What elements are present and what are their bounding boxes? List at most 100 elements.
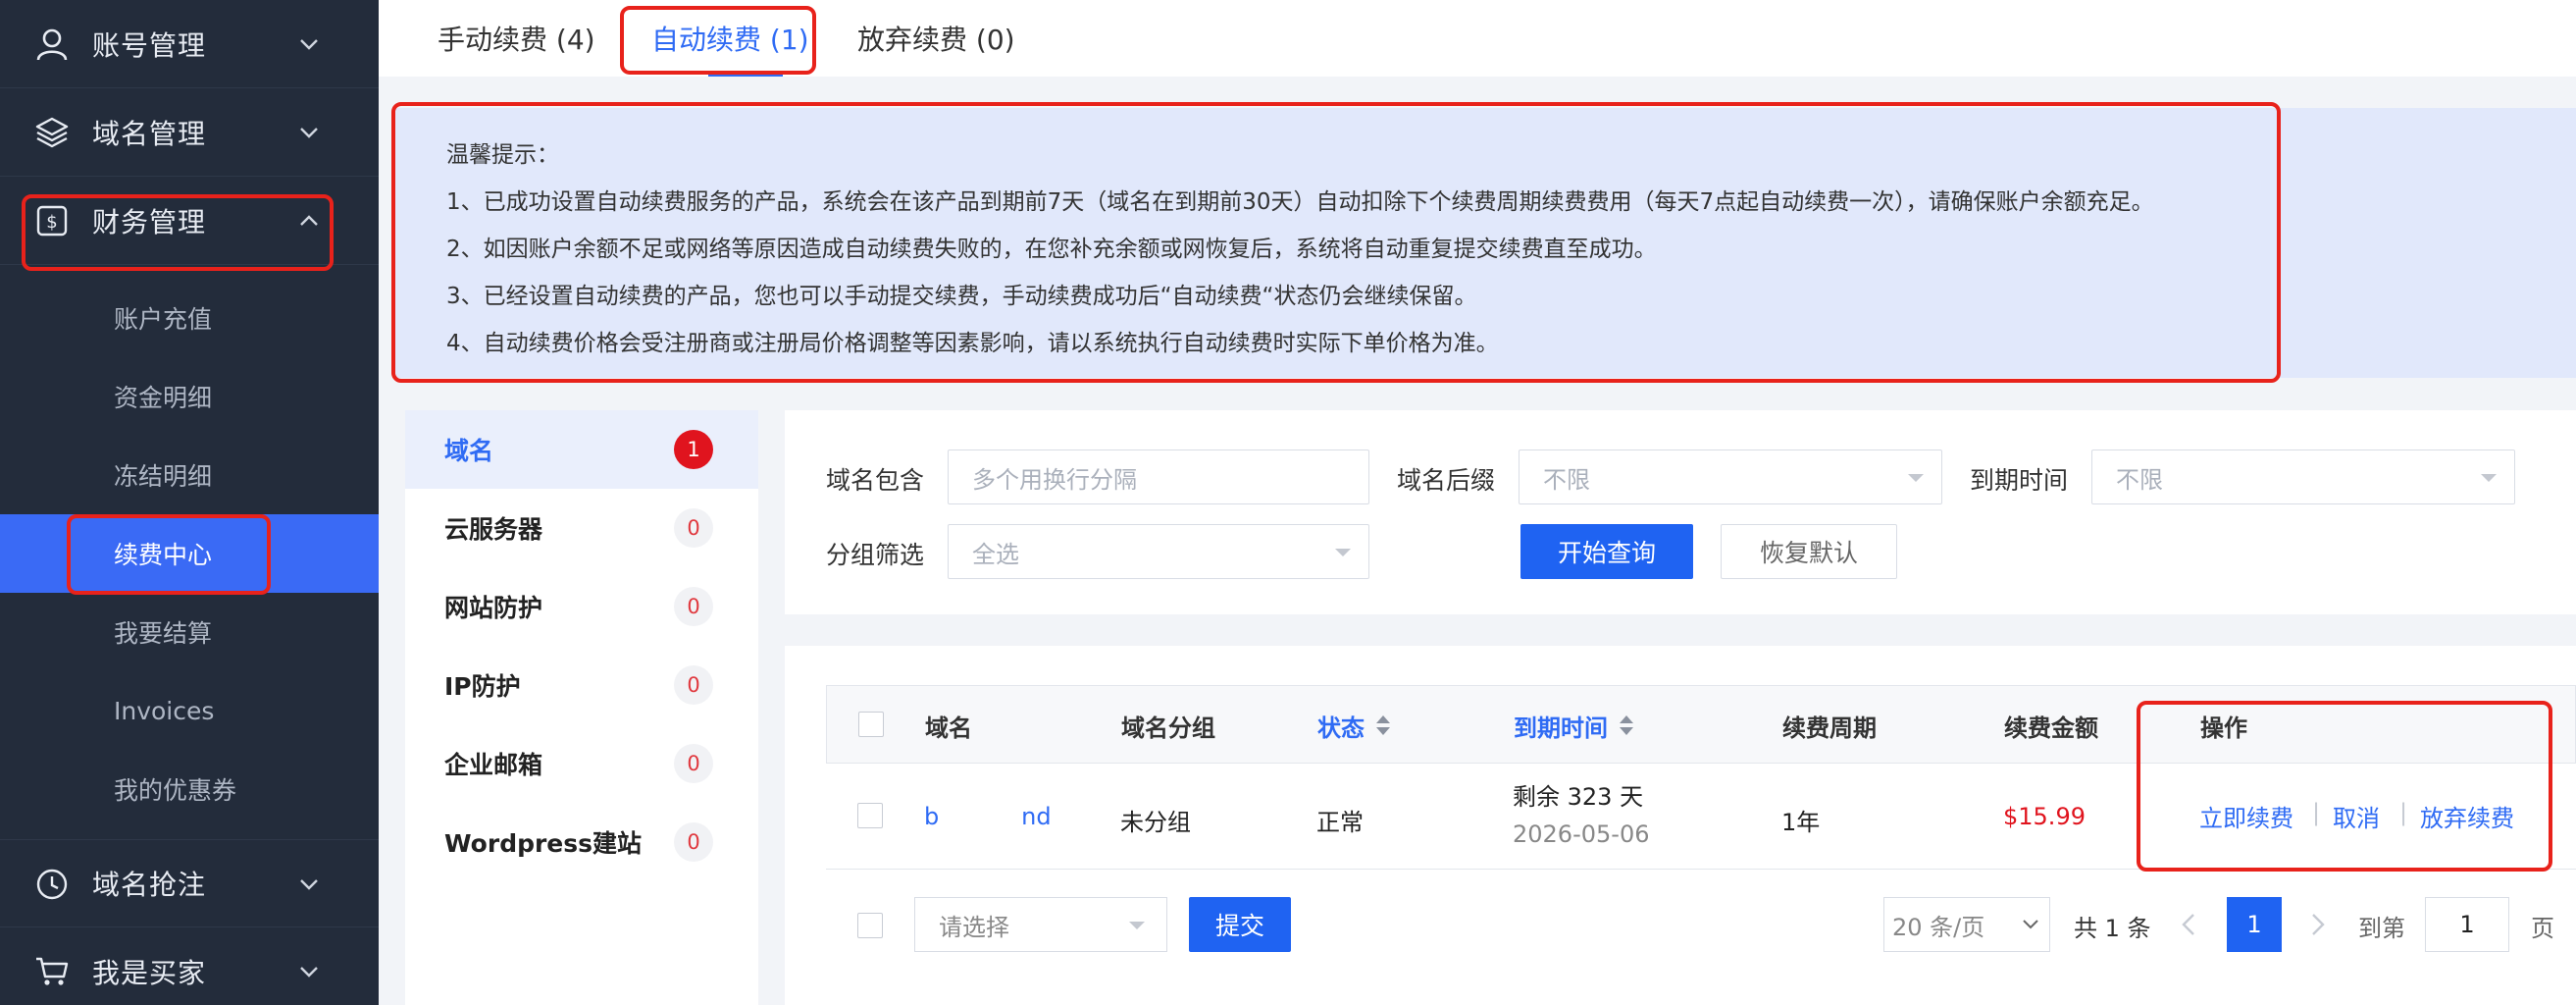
col-status[interactable]: 状态 (1317, 686, 1390, 765)
sidebar-item-recharge[interactable]: 账户充值 (0, 279, 379, 357)
tab-abandoned-renewal[interactable]: 放弃续费 (0) (857, 0, 1015, 77)
sidebar-item-renewal-center[interactable]: 续费中心 (0, 514, 379, 593)
expire-select[interactable]: 不限 (2091, 450, 2515, 504)
sidebar-item-label: 我要结算 (114, 619, 213, 648)
count-badge: 0 (674, 822, 713, 862)
suffix-label: 域名后缀 (1397, 466, 1496, 495)
sidebar-item-label: 冻结明细 (114, 462, 213, 491)
total-count: 共 1 条 (2074, 915, 2151, 942)
goto-label: 到第 (2358, 915, 2405, 942)
domain-link[interactable]: b nd (924, 803, 1052, 830)
goto-page-input[interactable]: 1 (2425, 897, 2509, 952)
tab-label: 手动续费 (4) (438, 24, 595, 56)
svg-text:$: $ (46, 212, 57, 233)
page-size-value: 20 条/页 (1892, 913, 1985, 941)
renewal-tabs: 手动续费 (4) 自动续费 (1) 放弃续费 (0) (379, 0, 2576, 77)
category-ip-protection[interactable]: IP防护 0 (405, 646, 758, 724)
col-domain: 域名 (925, 714, 972, 742)
expire-label: 到期时间 (1970, 466, 2069, 495)
page-suffix: 页 (2531, 915, 2554, 942)
select-all-checkbox[interactable] (858, 712, 884, 737)
notice-line: 2、如因账户余额不足或网络等原因造成自动续费失败的，在您补充余额或网恢复后，系统… (446, 237, 1657, 262)
category-label: IP防护 (444, 672, 521, 701)
abandon-renewal-link[interactable]: 放弃续费 (2420, 799, 2514, 833)
reset-button[interactable]: 恢复默认 (1721, 524, 1897, 579)
bulk-select-checkbox[interactable] (857, 913, 883, 938)
row-checkbox[interactable] (857, 803, 883, 828)
caret-down-icon (1908, 474, 1924, 482)
col-status-label: 状态 (1317, 714, 1365, 742)
prev-page-icon[interactable] (2182, 913, 2195, 936)
nav-label: 账号管理 (92, 28, 207, 62)
input-placeholder: 多个用换行分隔 (972, 465, 1137, 494)
category-label: Wordpress建站 (444, 829, 643, 858)
action-separator: | (2312, 799, 2321, 826)
sidebar-item-label: Invoices (114, 696, 215, 725)
nav-finance-management[interactable]: $ 财务管理 (0, 177, 379, 265)
renew-now-link[interactable]: 立即续费 (2199, 799, 2293, 833)
nav-buyer[interactable]: 我是买家 (0, 927, 379, 1005)
category-wordpress[interactable]: Wordpress建站 0 (405, 803, 758, 881)
col-group: 域名分组 (1121, 714, 1215, 742)
select-value: 不限 (1543, 465, 1590, 494)
chevron-down-icon (294, 29, 324, 59)
category-label: 云服务器 (444, 515, 543, 544)
sidebar-item-settlement[interactable]: 我要结算 (0, 593, 379, 671)
nav-domain-backorder[interactable]: 域名抢注 (0, 839, 379, 927)
group-label: 分组筛选 (826, 541, 925, 569)
clock-icon (33, 863, 71, 906)
submit-button[interactable]: 提交 (1189, 897, 1291, 952)
nav-account-management[interactable]: 账号管理 (0, 0, 379, 88)
next-page-icon[interactable] (2311, 913, 2325, 936)
count-badge: 0 (674, 744, 713, 783)
table-row: b nd 未分组 正常 剩余 323 天 2026-05-06 1年 $15.9… (826, 764, 2576, 870)
tab-auto-renewal[interactable]: 自动续费 (1) (651, 0, 809, 77)
page-size-select[interactable]: 20 条/页 (1883, 897, 2050, 952)
action-separator: | (2399, 799, 2408, 826)
category-enterprise-mail[interactable]: 企业邮箱 0 (405, 724, 758, 803)
suffix-select[interactable]: 不限 (1519, 450, 1942, 504)
count-badge: 1 (674, 430, 713, 469)
sidebar-item-coupons[interactable]: 我的优惠券 (0, 750, 379, 828)
renewal-amount: $15.99 (2003, 803, 2086, 830)
page-1-button[interactable]: 1 (2227, 897, 2282, 952)
count-badge: 0 (674, 508, 713, 548)
chevron-down-icon (294, 957, 324, 986)
expire-date: 2026-05-06 (1513, 820, 1650, 848)
sidebar-item-label: 资金明细 (114, 384, 213, 412)
caret-down-icon (1129, 922, 1145, 929)
category-domain[interactable]: 域名 1 (405, 410, 758, 489)
chevron-down-icon (2023, 920, 2038, 929)
tab-label: 自动续费 (1) (651, 24, 809, 56)
sidebar-item-invoices[interactable]: Invoices (0, 671, 379, 750)
group-select[interactable]: 全选 (948, 524, 1369, 579)
notice-title: 温馨提示： (446, 142, 559, 168)
cancel-auto-renew-link[interactable]: 取消 (2333, 799, 2380, 833)
col-expire[interactable]: 到期时间 (1514, 686, 1633, 765)
domain-contains-input[interactable]: 多个用换行分隔 (948, 450, 1369, 504)
active-tab-indicator (708, 73, 783, 77)
col-expire-label: 到期时间 (1514, 714, 1608, 742)
search-button[interactable]: 开始查询 (1520, 524, 1693, 579)
bulk-action-select[interactable]: 请选择 (914, 897, 1167, 952)
nav-label: 域名抢注 (92, 869, 207, 901)
sort-icon (1620, 714, 1633, 736)
caret-down-icon (1335, 549, 1351, 556)
tab-manual-renewal[interactable]: 手动续费 (4) (438, 0, 595, 77)
category-label: 域名 (444, 437, 494, 465)
domain-group: 未分组 (1120, 809, 1191, 836)
category-label: 网站防护 (444, 594, 543, 622)
category-cloud-server[interactable]: 云服务器 0 (405, 489, 758, 567)
category-website-protection[interactable]: 网站防护 0 (405, 567, 758, 646)
chevron-down-icon (294, 870, 324, 899)
nav-label: 财务管理 (92, 205, 207, 238)
sidebar-item-frozen-details[interactable]: 冻结明细 (0, 436, 379, 514)
domain-contains-label: 域名包含 (826, 466, 925, 495)
table-header: 域名 域名分组 状态 到期时间 续费周期 续费金额 操作 (826, 685, 2576, 764)
nav-domain-management[interactable]: 域名管理 (0, 88, 379, 177)
notice-line: 4、自动续费价格会受注册商或注册局价格调整等因素影响，请以系统执行自动续费时实际… (446, 331, 1499, 356)
sidebar-item-fund-details[interactable]: 资金明细 (0, 357, 379, 436)
count-badge: 0 (674, 587, 713, 626)
col-amount: 续费金额 (2004, 714, 2098, 742)
notice-box: 温馨提示： 1、已成功设置自动续费服务的产品，系统会在该产品到期前7天（域名在到… (395, 108, 2576, 378)
